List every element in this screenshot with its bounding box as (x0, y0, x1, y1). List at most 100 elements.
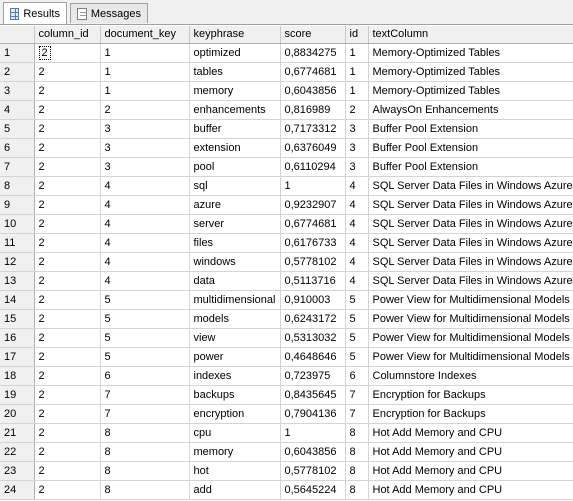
table-row[interactable]: 23 2 8 hot 0,5778102 8 Hot Add Memory and CPU (0, 461, 573, 481)
cell-id[interactable]: 3 (345, 138, 369, 158)
cell-text-column[interactable]: Hot Add Memory and CPU (368, 480, 573, 500)
row-number[interactable]: 12 (0, 252, 35, 272)
cell-document-key[interactable]: 5 (100, 290, 190, 310)
cell-id[interactable]: 4 (345, 195, 369, 215)
cell-text-column[interactable]: SQL Server Data Files in Windows Azure (368, 271, 573, 291)
cell-column-id[interactable]: 2 (34, 347, 101, 367)
column-header-document-key[interactable]: document_key (100, 26, 190, 44)
cell-document-key[interactable]: 8 (100, 423, 190, 443)
row-number[interactable]: 20 (0, 404, 35, 424)
cell-id[interactable]: 1 (345, 43, 369, 63)
table-row[interactable]: 6 2 3 extension 0,6376049 3 Buffer Pool Extens… (0, 138, 573, 158)
cell-score[interactable]: 1 (280, 423, 346, 443)
cell-document-key[interactable]: 3 (100, 119, 190, 139)
cell-id[interactable]: 5 (345, 328, 369, 348)
cell-keyphrase[interactable]: pool (189, 157, 281, 177)
cell-score[interactable]: 0,6376049 (280, 138, 346, 158)
cell-keyphrase[interactable]: azure (189, 195, 281, 215)
table-row[interactable]: 16 2 5 view 0,5313032 5 Power View for Multidi… (0, 328, 573, 348)
cell-text-column[interactable]: Encryption for Backups (368, 404, 573, 424)
cell-column-id[interactable]: 2 (34, 195, 101, 215)
cell-text-column[interactable]: SQL Server Data Files in Windows Azure (368, 214, 573, 234)
cell-id[interactable]: 4 (345, 271, 369, 291)
cell-document-key[interactable]: 1 (100, 81, 190, 101)
cell-column-id[interactable]: 2 (34, 366, 101, 386)
cell-keyphrase[interactable]: cpu (189, 423, 281, 443)
row-number[interactable]: 6 (0, 138, 35, 158)
table-row[interactable]: 8 2 4 sql 1 4 SQL Server Data Files in Windows… (0, 176, 573, 196)
cell-keyphrase[interactable]: multidimensional (189, 290, 281, 310)
column-header-column-id[interactable]: column_id (34, 26, 101, 44)
cell-score[interactable]: 0,816989 (280, 100, 346, 120)
cell-column-id[interactable]: 2 (34, 461, 101, 481)
cell-column-id[interactable]: 2 (34, 100, 101, 120)
cell-text-column[interactable]: SQL Server Data Files in Windows Azure (368, 252, 573, 272)
cell-column-id[interactable]: 2 (34, 271, 101, 291)
cell-text-column[interactable]: Power View for Multidimensional Models (368, 347, 573, 367)
cell-id[interactable]: 4 (345, 214, 369, 234)
row-number[interactable]: 21 (0, 423, 35, 443)
table-row[interactable]: 9 2 4 azure 0,9232907 4 SQL Server Data Files … (0, 195, 573, 215)
cell-text-column[interactable]: Buffer Pool Extension (368, 119, 573, 139)
table-row[interactable]: 12 2 4 windows 0,5778102 4 SQL Server Data Fil… (0, 252, 573, 272)
row-number[interactable]: 5 (0, 119, 35, 139)
table-row[interactable]: 19 2 7 backups 0,8435645 7 Encryption for Back… (0, 385, 573, 405)
cell-column-id[interactable]: 2 (34, 43, 101, 63)
row-number[interactable]: 8 (0, 176, 35, 196)
cell-keyphrase[interactable]: data (189, 271, 281, 291)
cell-document-key[interactable]: 3 (100, 138, 190, 158)
cell-text-column[interactable]: Power View for Multidimensional Models (368, 309, 573, 329)
tab-results[interactable]: Results (3, 2, 67, 24)
cell-column-id[interactable]: 2 (34, 62, 101, 82)
cell-column-id[interactable]: 2 (34, 385, 101, 405)
cell-text-column[interactable]: Hot Add Memory and CPU (368, 423, 573, 443)
cell-score[interactable]: 0,6043856 (280, 442, 346, 462)
cell-score[interactable]: 0,7904136 (280, 404, 346, 424)
cell-id[interactable]: 6 (345, 366, 369, 386)
row-number[interactable]: 22 (0, 442, 35, 462)
cell-text-column[interactable]: Memory-Optimized Tables (368, 43, 573, 63)
table-row[interactable]: 21 2 8 cpu 1 8 Hot Add Memory and CPU (0, 423, 573, 443)
cell-column-id[interactable]: 2 (34, 176, 101, 196)
cell-score[interactable]: 0,5778102 (280, 252, 346, 272)
table-row[interactable]: 17 2 5 power 0,4648646 5 Power View for Multid… (0, 347, 573, 367)
row-number[interactable]: 15 (0, 309, 35, 329)
cell-keyphrase[interactable]: enhancements (189, 100, 281, 120)
table-row[interactable]: 2 2 1 tables 0,6774681 1 Memory-Optimized Tabl… (0, 62, 573, 82)
cell-column-id[interactable]: 2 (34, 328, 101, 348)
cell-column-id[interactable]: 2 (34, 290, 101, 310)
cell-column-id[interactable]: 2 (34, 442, 101, 462)
cell-column-id[interactable]: 2 (34, 404, 101, 424)
cell-keyphrase[interactable]: memory (189, 442, 281, 462)
cell-score[interactable]: 0,9232907 (280, 195, 346, 215)
cell-score[interactable]: 0,4648646 (280, 347, 346, 367)
cell-keyphrase[interactable]: server (189, 214, 281, 234)
table-row[interactable]: 20 2 7 encryption 0,7904136 7 Encryption for B… (0, 404, 573, 424)
cell-score[interactable]: 0,6774681 (280, 214, 346, 234)
cell-score[interactable]: 0,6243172 (280, 309, 346, 329)
table-row[interactable]: 22 2 8 memory 0,6043856 8 Hot Add Memory and C… (0, 442, 573, 462)
column-header-score[interactable]: score (280, 26, 346, 44)
row-number[interactable]: 11 (0, 233, 35, 253)
table-row[interactable]: 7 2 3 pool 0,6110294 3 Buffer Pool Extension (0, 157, 573, 177)
cell-score[interactable]: 0,7173312 (280, 119, 346, 139)
cell-keyphrase[interactable]: buffer (189, 119, 281, 139)
cell-document-key[interactable]: 4 (100, 195, 190, 215)
table-row[interactable]: 24 2 8 add 0,5645224 8 Hot Add Memory and CPU (0, 480, 573, 500)
table-row[interactable]: 11 2 4 files 0,6176733 4 SQL Server Data Files… (0, 233, 573, 253)
cell-column-id[interactable]: 2 (34, 119, 101, 139)
row-header-corner[interactable] (0, 26, 35, 44)
cell-score[interactable]: 0,6774681 (280, 62, 346, 82)
cell-document-key[interactable]: 6 (100, 366, 190, 386)
cell-document-key[interactable]: 4 (100, 271, 190, 291)
cell-id[interactable]: 1 (345, 81, 369, 101)
cell-column-id[interactable]: 2 (34, 423, 101, 443)
row-number[interactable]: 2 (0, 62, 35, 82)
cell-id[interactable]: 4 (345, 176, 369, 196)
cell-document-key[interactable]: 4 (100, 214, 190, 234)
row-number[interactable]: 19 (0, 385, 35, 405)
cell-document-key[interactable]: 8 (100, 461, 190, 481)
cell-text-column[interactable]: Hot Add Memory and CPU (368, 442, 573, 462)
cell-id[interactable]: 5 (345, 309, 369, 329)
cell-score[interactable]: 0,910003 (280, 290, 346, 310)
